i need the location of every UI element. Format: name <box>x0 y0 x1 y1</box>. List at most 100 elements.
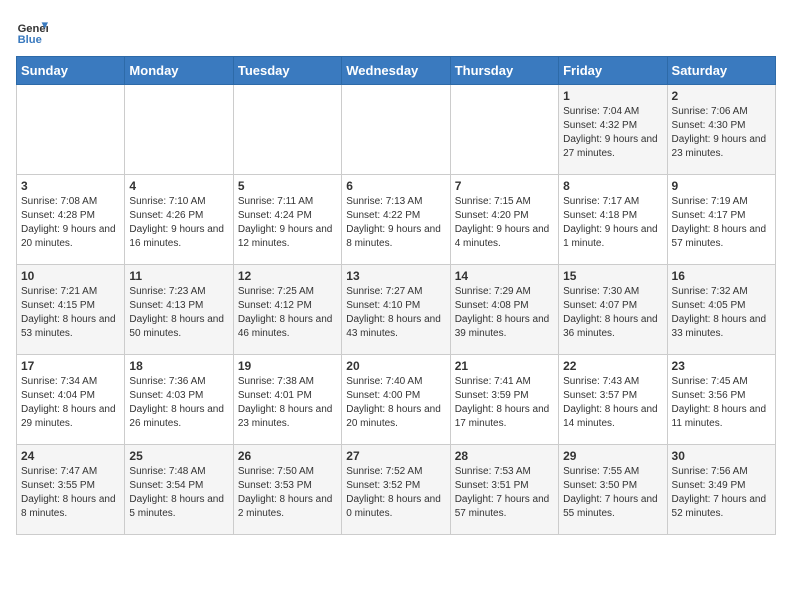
calendar-day: 27Sunrise: 7:52 AM Sunset: 3:52 PM Dayli… <box>342 445 450 535</box>
calendar-day: 21Sunrise: 7:41 AM Sunset: 3:59 PM Dayli… <box>450 355 558 445</box>
day-number: 12 <box>238 269 337 283</box>
calendar-week-5: 24 Sunrise: 7:47 AM Sunset: 3:55 PM Dayli… <box>17 445 776 535</box>
calendar-day: 7Sunrise: 7:15 AM Sunset: 4:20 PM Daylig… <box>450 175 558 265</box>
day-info: Sunrise: 7:25 AM Sunset: 4:12 PM Dayligh… <box>238 285 337 341</box>
calendar-day: 4 Sunrise: 7:10 AM Sunset: 4:26 PM Daylig… <box>125 175 233 265</box>
day-number: 22 <box>563 359 662 373</box>
calendar-day: 30 Sunrise: 7:56 AM Sunset: 3:49 PM Dayli… <box>667 445 775 535</box>
calendar-day: 20 Sunrise: 7:40 AM Sunset: 4:00 PM Dayli… <box>342 355 450 445</box>
calendar-day: 10 Sunrise: 7:21 AM Sunset: 4:15 PM Dayli… <box>17 265 125 355</box>
day-info: Sunrise: 7:29 AM Sunset: 4:08 PM Dayligh… <box>455 285 554 341</box>
day-number: 20 <box>346 359 445 373</box>
day-info: Sunrise: 7:45 AM Sunset: 3:56 PM Dayligh… <box>672 375 771 431</box>
day-number: 24 <box>21 449 120 463</box>
logo: General Blue <box>16 16 52 48</box>
weekday-header-friday: Friday <box>559 57 667 85</box>
calendar-day: 1 Sunrise: 7:04 AM Sunset: 4:32 PM Daylig… <box>559 85 667 175</box>
day-number: 4 <box>129 179 228 193</box>
day-info: Sunrise: 7:53 AM Sunset: 3:51 PM Dayligh… <box>455 465 554 521</box>
calendar-week-4: 17 Sunrise: 7:34 AM Sunset: 4:04 PM Dayli… <box>17 355 776 445</box>
calendar-header: SundayMondayTuesdayWednesdayThursdayFrid… <box>17 57 776 85</box>
calendar-day: 16Sunrise: 7:32 AM Sunset: 4:05 PM Dayli… <box>667 265 775 355</box>
calendar-day: 12 Sunrise: 7:25 AM Sunset: 4:12 PM Dayli… <box>233 265 341 355</box>
day-info: Sunrise: 7:21 AM Sunset: 4:15 PM Dayligh… <box>21 285 120 341</box>
day-number: 27 <box>346 449 445 463</box>
calendar-day: 17 Sunrise: 7:34 AM Sunset: 4:04 PM Dayli… <box>17 355 125 445</box>
day-info: Sunrise: 7:50 AM Sunset: 3:53 PM Dayligh… <box>238 465 337 521</box>
calendar-body: 1 Sunrise: 7:04 AM Sunset: 4:32 PM Daylig… <box>17 85 776 535</box>
day-number: 30 <box>672 449 771 463</box>
calendar-day: 15 Sunrise: 7:30 AM Sunset: 4:07 PM Dayli… <box>559 265 667 355</box>
day-number: 28 <box>455 449 554 463</box>
day-info: Sunrise: 7:04 AM Sunset: 4:32 PM Dayligh… <box>563 105 662 161</box>
day-number: 1 <box>563 89 662 103</box>
calendar-day <box>450 85 558 175</box>
svg-text:Blue: Blue <box>18 34 42 46</box>
day-number: 11 <box>129 269 228 283</box>
day-info: Sunrise: 7:27 AM Sunset: 4:10 PM Dayligh… <box>346 285 445 341</box>
day-number: 7 <box>455 179 554 193</box>
calendar-table: SundayMondayTuesdayWednesdayThursdayFrid… <box>16 56 776 535</box>
day-info: Sunrise: 7:55 AM Sunset: 3:50 PM Dayligh… <box>563 465 662 521</box>
calendar-day: 6 Sunrise: 7:13 AM Sunset: 4:22 PM Daylig… <box>342 175 450 265</box>
day-number: 17 <box>21 359 120 373</box>
day-number: 19 <box>238 359 337 373</box>
day-number: 26 <box>238 449 337 463</box>
weekday-header-thursday: Thursday <box>450 57 558 85</box>
day-info: Sunrise: 7:56 AM Sunset: 3:49 PM Dayligh… <box>672 465 771 521</box>
day-number: 6 <box>346 179 445 193</box>
day-info: Sunrise: 7:30 AM Sunset: 4:07 PM Dayligh… <box>563 285 662 341</box>
day-number: 23 <box>672 359 771 373</box>
day-number: 13 <box>346 269 445 283</box>
page-header: General Blue <box>16 16 776 48</box>
day-info: Sunrise: 7:06 AM Sunset: 4:30 PM Dayligh… <box>672 105 771 161</box>
calendar-day: 29 Sunrise: 7:55 AM Sunset: 3:50 PM Dayli… <box>559 445 667 535</box>
calendar-day: 22 Sunrise: 7:43 AM Sunset: 3:57 PM Dayli… <box>559 355 667 445</box>
day-info: Sunrise: 7:19 AM Sunset: 4:17 PM Dayligh… <box>672 195 771 251</box>
day-number: 2 <box>672 89 771 103</box>
calendar-day: 18Sunrise: 7:36 AM Sunset: 4:03 PM Dayli… <box>125 355 233 445</box>
day-number: 10 <box>21 269 120 283</box>
day-number: 8 <box>563 179 662 193</box>
weekday-header-tuesday: Tuesday <box>233 57 341 85</box>
calendar-day: 14Sunrise: 7:29 AM Sunset: 4:08 PM Dayli… <box>450 265 558 355</box>
day-number: 5 <box>238 179 337 193</box>
calendar-day: 8Sunrise: 7:17 AM Sunset: 4:18 PM Daylig… <box>559 175 667 265</box>
calendar-day: 26 Sunrise: 7:50 AM Sunset: 3:53 PM Dayli… <box>233 445 341 535</box>
day-number: 25 <box>129 449 228 463</box>
calendar-day: 3 Sunrise: 7:08 AM Sunset: 4:28 PM Daylig… <box>17 175 125 265</box>
calendar-day: 13 Sunrise: 7:27 AM Sunset: 4:10 PM Dayli… <box>342 265 450 355</box>
day-number: 15 <box>563 269 662 283</box>
calendar-day: 24 Sunrise: 7:47 AM Sunset: 3:55 PM Dayli… <box>17 445 125 535</box>
day-number: 3 <box>21 179 120 193</box>
calendar-week-1: 1 Sunrise: 7:04 AM Sunset: 4:32 PM Daylig… <box>17 85 776 175</box>
calendar-day: 9Sunrise: 7:19 AM Sunset: 4:17 PM Daylig… <box>667 175 775 265</box>
day-info: Sunrise: 7:10 AM Sunset: 4:26 PM Dayligh… <box>129 195 228 251</box>
calendar-day <box>17 85 125 175</box>
weekday-header-sunday: Sunday <box>17 57 125 85</box>
calendar-week-3: 10 Sunrise: 7:21 AM Sunset: 4:15 PM Dayli… <box>17 265 776 355</box>
weekday-header-row: SundayMondayTuesdayWednesdayThursdayFrid… <box>17 57 776 85</box>
day-info: Sunrise: 7:40 AM Sunset: 4:00 PM Dayligh… <box>346 375 445 431</box>
logo-icon: General Blue <box>16 16 48 48</box>
weekday-header-monday: Monday <box>125 57 233 85</box>
day-info: Sunrise: 7:08 AM Sunset: 4:28 PM Dayligh… <box>21 195 120 251</box>
day-info: Sunrise: 7:23 AM Sunset: 4:13 PM Dayligh… <box>129 285 228 341</box>
day-info: Sunrise: 7:36 AM Sunset: 4:03 PM Dayligh… <box>129 375 228 431</box>
calendar-day: 2 Sunrise: 7:06 AM Sunset: 4:30 PM Daylig… <box>667 85 775 175</box>
calendar-week-2: 3 Sunrise: 7:08 AM Sunset: 4:28 PM Daylig… <box>17 175 776 265</box>
calendar-day: 11 Sunrise: 7:23 AM Sunset: 4:13 PM Dayli… <box>125 265 233 355</box>
day-info: Sunrise: 7:34 AM Sunset: 4:04 PM Dayligh… <box>21 375 120 431</box>
weekday-header-wednesday: Wednesday <box>342 57 450 85</box>
day-info: Sunrise: 7:41 AM Sunset: 3:59 PM Dayligh… <box>455 375 554 431</box>
day-info: Sunrise: 7:11 AM Sunset: 4:24 PM Dayligh… <box>238 195 337 251</box>
weekday-header-saturday: Saturday <box>667 57 775 85</box>
day-number: 29 <box>563 449 662 463</box>
day-info: Sunrise: 7:43 AM Sunset: 3:57 PM Dayligh… <box>563 375 662 431</box>
day-info: Sunrise: 7:47 AM Sunset: 3:55 PM Dayligh… <box>21 465 120 521</box>
day-info: Sunrise: 7:13 AM Sunset: 4:22 PM Dayligh… <box>346 195 445 251</box>
calendar-day: 28 Sunrise: 7:53 AM Sunset: 3:51 PM Dayli… <box>450 445 558 535</box>
day-info: Sunrise: 7:38 AM Sunset: 4:01 PM Dayligh… <box>238 375 337 431</box>
calendar-day <box>233 85 341 175</box>
calendar-day: 23 Sunrise: 7:45 AM Sunset: 3:56 PM Dayli… <box>667 355 775 445</box>
